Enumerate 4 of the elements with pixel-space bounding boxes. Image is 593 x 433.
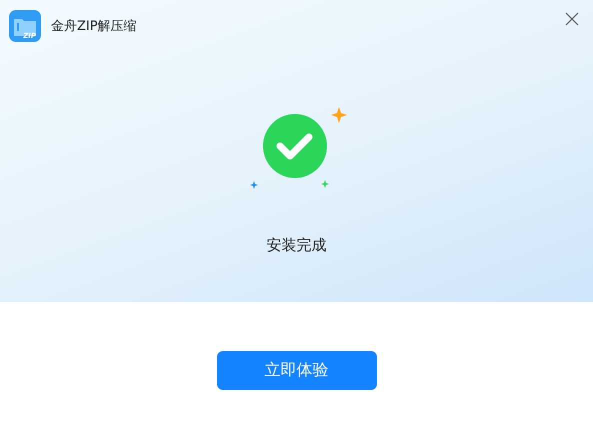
window-title: 金舟ZIP解压缩 xyxy=(51,18,137,35)
status-message: 安装完成 xyxy=(266,236,326,255)
launch-button[interactable]: 立即体验 xyxy=(216,351,376,390)
close-button[interactable] xyxy=(565,12,579,26)
